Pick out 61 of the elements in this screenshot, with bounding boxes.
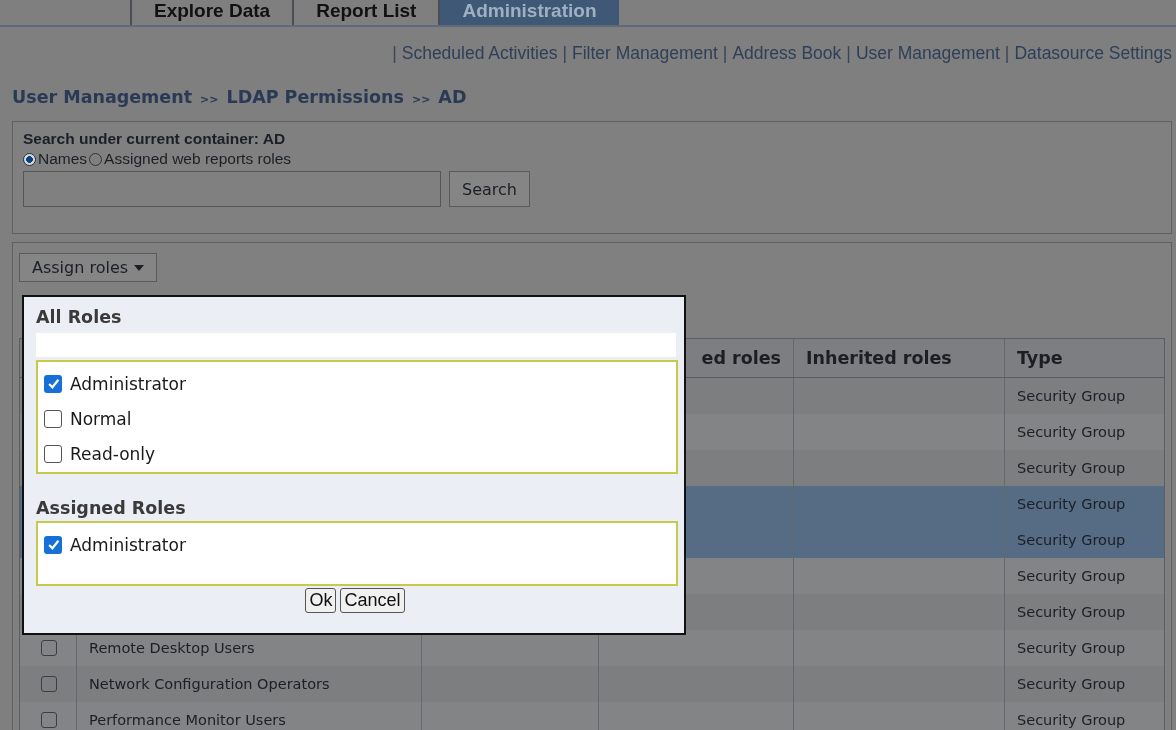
section-title: All Roles <box>36 307 123 327</box>
breadcrumb-separator: >> <box>411 93 431 106</box>
ok-button[interactable]: Ok <box>305 588 337 613</box>
table-row[interactable]: Remote Desktop Users Security Group <box>20 630 1164 666</box>
breadcrumb-item[interactable]: LDAP Permissions <box>226 87 404 107</box>
table-cell: Security Group <box>1017 712 1126 728</box>
table-cell: Security Group <box>1017 460 1126 476</box>
search-field[interactable] <box>23 171 441 207</box>
role-label: Read-only <box>70 443 156 464</box>
column-header: Type <box>1004 339 1164 377</box>
table-cell: Security Group <box>1017 604 1126 620</box>
checkbox[interactable] <box>40 712 57 728</box>
breadcrumb-item: AD <box>438 87 467 107</box>
role-label: Administrator <box>70 534 186 555</box>
nav-tab[interactable]: Administration <box>438 0 619 25</box>
assign-roles-button[interactable]: Assign roles <box>19 253 158 282</box>
breadcrumb-separator: >> <box>200 93 219 106</box>
table-cell: Security Group <box>1017 568 1126 584</box>
search-title: Search under current container: AD <box>23 130 287 148</box>
checkbox[interactable] <box>44 444 62 463</box>
table-cell: Security Group <box>1017 532 1126 548</box>
cancel-button[interactable]: Cancel <box>340 588 405 613</box>
separator: | <box>1004 43 1010 65</box>
breadcrumb-item[interactable]: User Management <box>12 87 193 107</box>
separator: | <box>392 43 397 65</box>
checkbox[interactable] <box>40 676 57 692</box>
radio-button[interactable] <box>23 152 36 166</box>
table-row[interactable]: Performance Monitor Users Security Group <box>20 702 1164 730</box>
table-cell: Remote Desktop Users <box>89 640 255 656</box>
search-button[interactable]: Search <box>449 171 530 207</box>
caret-icon <box>134 264 145 271</box>
section-title: Assigned Roles <box>36 498 187 518</box>
checkmark-icon <box>46 377 60 390</box>
checkbox[interactable] <box>44 535 62 554</box>
role-label: Normal <box>70 408 132 429</box>
table-cell: Performance Monitor Users <box>89 712 286 728</box>
table-cell: Security Group <box>1017 424 1126 440</box>
radio-label: Assigned web reports roles <box>104 150 292 168</box>
separator: | <box>722 43 728 65</box>
nav-link[interactable]: Address Book <box>732 43 842 73</box>
nav-link[interactable]: Filter Management <box>571 43 718 73</box>
role-label: Administrator <box>70 373 186 394</box>
nav-link[interactable]: Scheduled Activities <box>401 43 558 73</box>
checkbox[interactable] <box>44 409 62 428</box>
table-cell: Security Group <box>1017 640 1126 656</box>
checkbox[interactable] <box>44 374 62 393</box>
table-row[interactable]: Network Configuration Operators Security Group <box>20 666 1164 702</box>
checkmark-icon <box>46 538 60 551</box>
checkbox[interactable] <box>40 640 57 656</box>
nav-link[interactable]: User Management <box>855 43 1000 73</box>
table-cell: Security Group <box>1017 496 1126 512</box>
nav-link[interactable]: Datasource Settings <box>1014 43 1172 73</box>
radio-label: Names <box>38 150 88 168</box>
table-cell: Security Group <box>1017 676 1126 692</box>
table-cell: Security Group <box>1017 388 1126 404</box>
separator: | <box>846 43 851 65</box>
radio-button[interactable] <box>89 152 103 166</box>
table-cell: Network Configuration Operators <box>89 676 330 692</box>
separator: | <box>562 43 567 65</box>
column-header: Inherited roles <box>793 339 1004 377</box>
nav-tab[interactable]: Explore Data <box>130 0 293 25</box>
